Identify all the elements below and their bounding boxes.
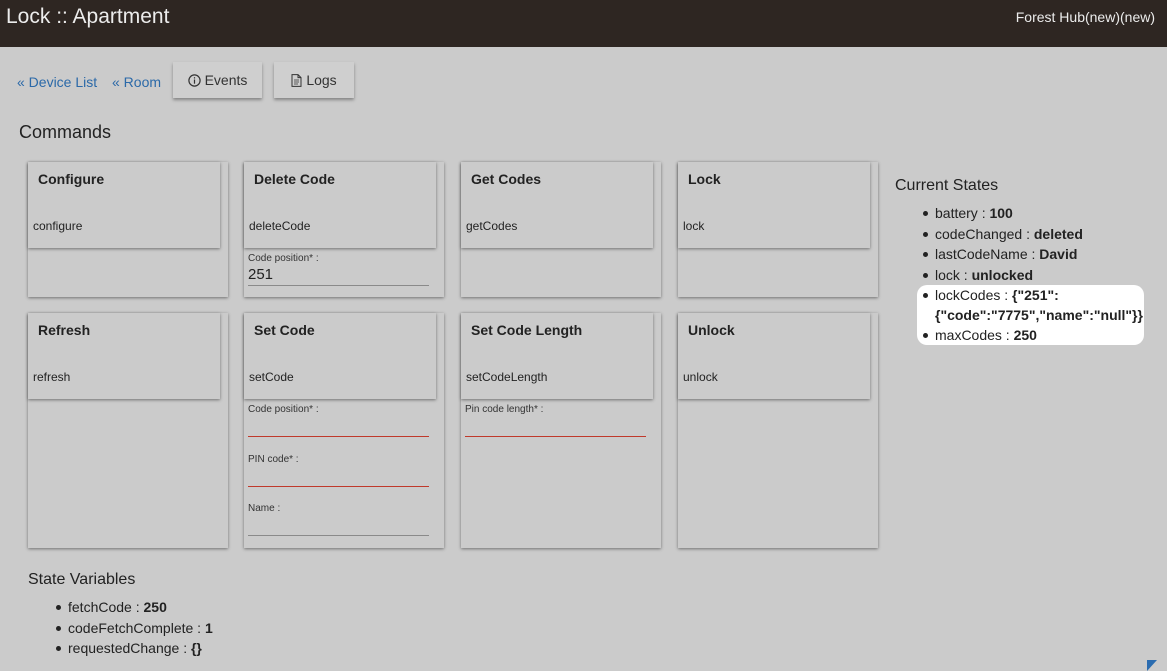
code-position-label: Code position* :: [248, 253, 319, 264]
code-position-input[interactable]: [248, 264, 429, 286]
command-name: Get Codes: [471, 171, 542, 187]
pin-code-length-input[interactable]: [465, 415, 646, 437]
command-method: getCodes: [466, 219, 518, 233]
current-states-list: battery : 100 codeChanged : deleted last…: [923, 203, 1155, 346]
pin-code-input[interactable]: [248, 465, 429, 487]
state-variable-item: fetchCode : 250: [56, 597, 368, 618]
page-title: Lock :: Apartment: [6, 5, 170, 28]
get-codes-button[interactable]: Get Codes getCodes: [461, 162, 653, 248]
command-name: Refresh: [38, 322, 91, 338]
device-list-link[interactable]: « Device List: [17, 74, 97, 90]
command-card-set-code: Set Code setCode Code position* : PIN co…: [244, 313, 444, 548]
command-name: Unlock: [688, 322, 735, 338]
commands-title: Commands: [19, 122, 112, 142]
command-method: setCodeLength: [466, 370, 548, 384]
pin-code-label: PIN code* :: [248, 454, 299, 465]
command-method: unlock: [683, 370, 718, 384]
command-method: setCode: [249, 370, 294, 384]
state-item: lock : unlocked: [923, 265, 1155, 286]
state-item: battery : 100: [923, 203, 1155, 224]
command-card-delete-code: Delete Code deleteCode Code position* :: [244, 162, 444, 297]
document-icon: [291, 73, 302, 87]
info-circle-icon: [187, 73, 201, 87]
logs-label: Logs: [306, 72, 337, 88]
pin-code-length-label: Pin code length* :: [465, 404, 544, 415]
current-states-title: Current States: [895, 177, 999, 194]
state-item: codeChanged : deleted: [923, 224, 1155, 245]
command-card-refresh: Refresh refresh: [28, 313, 228, 548]
state-item: lastCodeName : David: [923, 244, 1155, 265]
command-card-get-codes: Get Codes getCodes: [461, 162, 661, 297]
app-header: Lock :: Apartment Forest Hub(new)(new): [0, 0, 1167, 47]
events-label: Events: [204, 72, 248, 88]
code-position-field: Code position* :: [248, 253, 429, 286]
state-item: lockCodes : {"251": {"code":"7775","name"…: [923, 285, 1155, 325]
code-position-label: Code position* :: [248, 404, 319, 415]
pin-code-field: PIN code* :: [248, 454, 429, 487]
pin-code-length-field: Pin code length* :: [465, 404, 646, 437]
command-method: deleteCode: [249, 219, 311, 233]
configure-button[interactable]: Configure configure: [28, 162, 220, 248]
mouse-cursor-icon: [1147, 660, 1157, 671]
command-method: configure: [33, 219, 83, 233]
command-method: lock: [683, 219, 705, 233]
room-link[interactable]: « Room: [112, 74, 161, 90]
command-name: Set Code: [254, 322, 315, 338]
logs-button[interactable]: Logs: [274, 62, 354, 98]
name-input[interactable]: [248, 514, 429, 536]
command-name: Lock: [688, 171, 721, 187]
state-variable-item: codeFetchComplete : 1: [56, 618, 368, 639]
code-position-input[interactable]: [248, 415, 429, 437]
state-variables-title: State Variables: [28, 571, 136, 588]
refresh-button[interactable]: Refresh refresh: [28, 313, 220, 399]
lock-button[interactable]: Lock lock: [678, 162, 870, 248]
set-code-button[interactable]: Set Code setCode: [244, 313, 436, 399]
state-variables-list: fetchCode : 250 codeFetchComplete : 1 re…: [56, 597, 368, 659]
command-card-configure: Configure configure: [28, 162, 228, 297]
command-card-unlock: Unlock unlock: [678, 313, 878, 548]
command-card-set-code-length: Set Code Length setCodeLength Pin code l…: [461, 313, 661, 548]
command-name: Set Code Length: [471, 322, 583, 338]
events-button[interactable]: Events: [173, 62, 262, 98]
command-name: Configure: [38, 171, 105, 187]
unlock-button[interactable]: Unlock unlock: [678, 313, 870, 399]
name-field: Name :: [248, 503, 429, 536]
command-method: refresh: [33, 370, 71, 384]
delete-code-button[interactable]: Delete Code deleteCode: [244, 162, 436, 248]
set-code-length-button[interactable]: Set Code Length setCodeLength: [461, 313, 653, 399]
command-card-lock: Lock lock: [678, 162, 878, 297]
code-position-field: Code position* :: [248, 404, 429, 437]
state-variable-item: requestedChange : {}: [56, 638, 368, 659]
command-name: Delete Code: [254, 171, 335, 187]
state-item: maxCodes : 250: [923, 325, 1155, 346]
hub-name: Forest Hub(new)(new): [1015, 9, 1155, 25]
name-label: Name :: [248, 503, 281, 514]
